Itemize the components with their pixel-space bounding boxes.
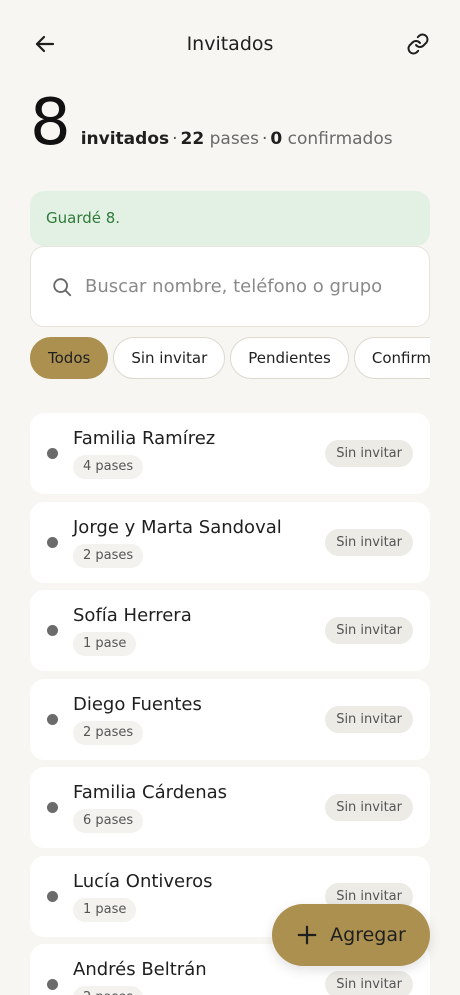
status-dot [47, 448, 58, 459]
guest-card[interactable]: Familia Ramírez 4 pases Sin invitar [30, 413, 430, 494]
guest-card[interactable]: Diego Fuentes 2 pases Sin invitar [30, 678, 430, 760]
guest-name: Familia Ramírez [73, 428, 216, 449]
app-header: Invitados [0, 0, 460, 90]
filter-chip-sin-invitar[interactable]: Sin invitar [113, 337, 226, 379]
guest-name: Diego Fuentes [73, 693, 202, 715]
confirmed-label: confirmados [287, 129, 393, 149]
filter-chip-todos[interactable]: Todos [30, 337, 109, 379]
separator: · [262, 129, 268, 149]
guest-card[interactable]: Sofía Herrera 1 pase Sin invitar [30, 590, 430, 671]
passes-pill: 6 pases [73, 809, 144, 833]
confirmed-count: 0 [270, 129, 283, 149]
status-badge: Sin invitar [325, 705, 413, 733]
share-link-button[interactable] [403, 30, 433, 58]
guest-name: Jorge y Marta Sandoval [73, 516, 282, 538]
status-dot [47, 802, 58, 813]
status-dot [47, 713, 58, 725]
guest-name: Sofía Herrera [73, 605, 192, 626]
passes-label: pases [209, 129, 259, 149]
status-dot [47, 536, 58, 548]
guest-card[interactable]: Familia Cárdenas 6 pases Sin invitar [30, 767, 430, 848]
status-dot [47, 979, 58, 990]
search-input[interactable] [85, 276, 415, 297]
filter-chips: TodosSin invitarPendientesConfirmados [30, 337, 430, 381]
page-title: Invitados [186, 33, 274, 55]
guest-summary: 8 invitados · 22 pases · 0 confirmados [30, 88, 393, 158]
add-button-label: Agregar [330, 924, 406, 946]
add-guest-button[interactable]: Agregar [272, 904, 430, 966]
separator: · [172, 129, 178, 149]
plus-icon [297, 925, 317, 945]
summary-text: invitados · 22 pases · 0 confirmados [81, 129, 393, 149]
status-badge: Sin invitar [325, 971, 413, 995]
filter-chip-pendientes[interactable]: Pendientes [230, 337, 349, 379]
status-badge: Sin invitar [325, 440, 413, 467]
link-icon [407, 33, 429, 55]
guest-name: Lucía Ontiveros [73, 870, 213, 892]
passes-pill: 2 pases [73, 720, 144, 745]
status-badge: Sin invitar [325, 528, 413, 556]
status-dot [47, 890, 58, 902]
status-badge: Sin invitar [325, 794, 413, 821]
guest-name: Andrés Beltrán [73, 959, 207, 980]
passes-pill: 1 pase [73, 897, 137, 922]
passes-pill: 4 pases [73, 455, 144, 479]
search-icon [53, 277, 72, 296]
guest-name: Familia Cárdenas [73, 782, 228, 803]
passes-pill: 1 pase [73, 632, 137, 656]
status-badge: Sin invitar [325, 617, 413, 644]
filter-chip-confirmados[interactable]: Confirmados [353, 337, 430, 379]
passes-pill: 2 pases [73, 543, 144, 568]
search-box[interactable] [30, 246, 430, 327]
status-dot [47, 625, 58, 636]
total-count: 8 [30, 86, 71, 160]
total-label: invitados [80, 129, 170, 149]
success-toast: Guardé 8. [30, 191, 430, 246]
passes-count: 22 [180, 129, 205, 149]
guest-card[interactable]: Jorge y Marta Sandoval 2 pases Sin invit… [30, 501, 430, 583]
passes-pill: 2 pases [73, 986, 144, 995]
